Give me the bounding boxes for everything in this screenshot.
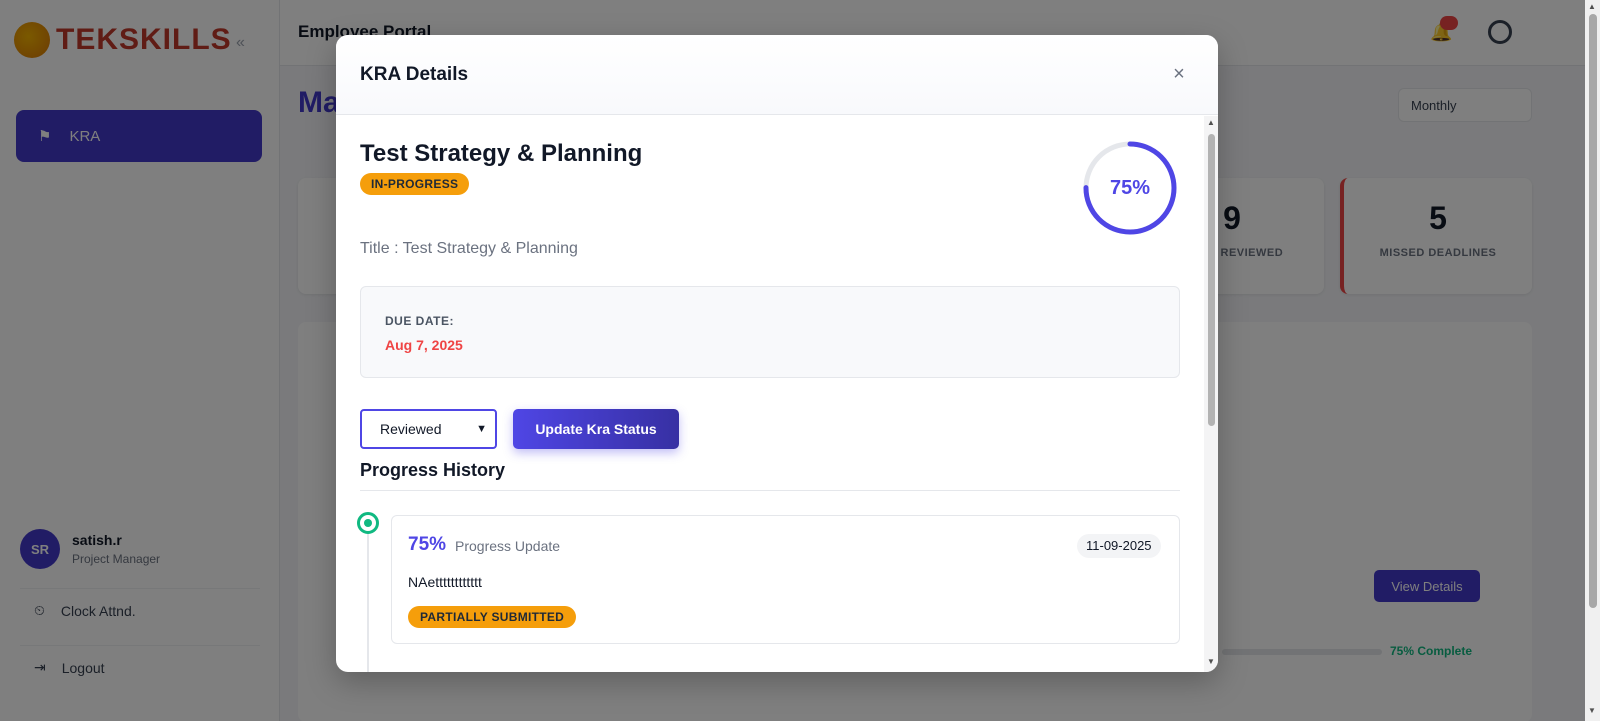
- history-percent: 75%: [408, 534, 447, 555]
- due-date-value: Aug 7, 2025: [385, 337, 463, 353]
- close-icon[interactable]: ×: [1168, 63, 1190, 85]
- modal-title: KRA Details: [360, 64, 469, 85]
- history-date: 11-09-2025: [1077, 534, 1161, 558]
- history-status-badge: PARTIALLY SUBMITTED: [408, 606, 577, 628]
- timeline-line: [367, 530, 369, 672]
- progress-percent: 75%: [1109, 176, 1151, 199]
- scroll-down-icon[interactable]: ▼: [1207, 657, 1215, 666]
- modal-header: KRA Details ×: [336, 35, 1218, 115]
- scroll-down-icon[interactable]: ▼: [1588, 706, 1596, 715]
- page-scrollbar[interactable]: ▲ ▼: [1585, 0, 1600, 721]
- timeline-dot-icon: [357, 512, 379, 534]
- status-badge: IN-PROGRESS: [360, 173, 470, 195]
- divider: [360, 490, 1180, 491]
- status-select-value: Reviewed: [380, 421, 442, 437]
- progress-ring: 75%: [1082, 140, 1178, 236]
- history-item: 75% Progress Update 11-09-2025 NAetttttt…: [391, 515, 1180, 644]
- history-type: Progress Update: [455, 538, 561, 554]
- kra-name: Test Strategy & Planning: [360, 140, 643, 167]
- progress-history-title: Progress History: [360, 460, 506, 480]
- status-select[interactable]: Reviewed ▼: [360, 409, 497, 449]
- modal-scrollbar[interactable]: ▲ ▼: [1204, 116, 1218, 672]
- modal-body[interactable]: Test Strategy & Planning IN-PROGRESS 75%…: [336, 116, 1218, 672]
- history-note: NAetttttttttttt: [408, 574, 482, 590]
- kra-title-line: Title : Test Strategy & Planning: [360, 240, 578, 257]
- due-date-label: DUE DATE:: [385, 314, 454, 328]
- scrollbar-thumb[interactable]: [1208, 134, 1215, 426]
- due-date-box: DUE DATE: Aug 7, 2025: [360, 286, 1180, 378]
- scrollbar-thumb[interactable]: [1589, 14, 1597, 608]
- update-kra-status-button[interactable]: Update Kra Status: [513, 409, 679, 449]
- scroll-up-icon[interactable]: ▲: [1207, 118, 1215, 127]
- chevron-down-icon: ▼: [476, 423, 487, 435]
- kra-details-modal: KRA Details × Test Strategy & Planning I…: [336, 35, 1218, 672]
- scroll-up-icon[interactable]: ▲: [1588, 2, 1596, 11]
